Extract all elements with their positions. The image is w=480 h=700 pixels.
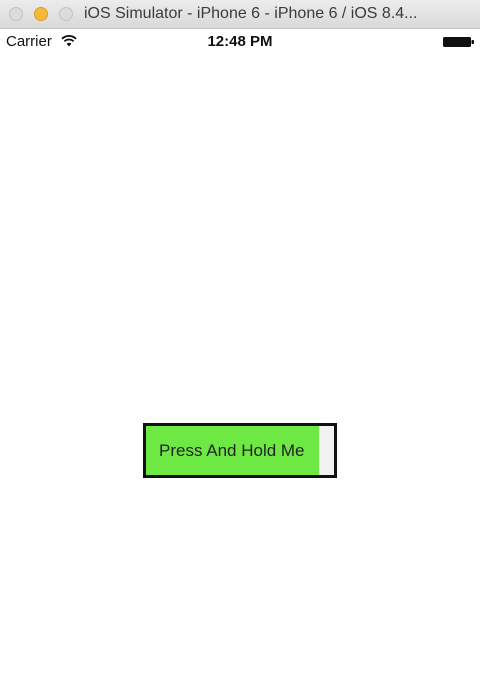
title-bar: iOS Simulator - iPhone 6 - iPhone 6 / iO… bbox=[0, 0, 480, 29]
simulator-window: iOS Simulator - iPhone 6 - iPhone 6 / iO… bbox=[0, 0, 480, 700]
close-window-button[interactable] bbox=[9, 7, 23, 21]
zoom-window-button[interactable] bbox=[59, 7, 73, 21]
window-title: iOS Simulator - iPhone 6 - iPhone 6 / iO… bbox=[84, 5, 418, 22]
minimize-window-button[interactable] bbox=[34, 7, 48, 21]
status-time: 12:48 PM bbox=[207, 33, 273, 50]
press-and-hold-button[interactable]: Press And Hold Me bbox=[143, 423, 337, 478]
app-content: Press And Hold Me bbox=[0, 55, 480, 700]
ios-status-bar: Carrier 12:48 PM bbox=[0, 29, 480, 55]
battery-icon bbox=[443, 37, 474, 47]
hold-button-label: Press And Hold Me bbox=[159, 441, 305, 460]
